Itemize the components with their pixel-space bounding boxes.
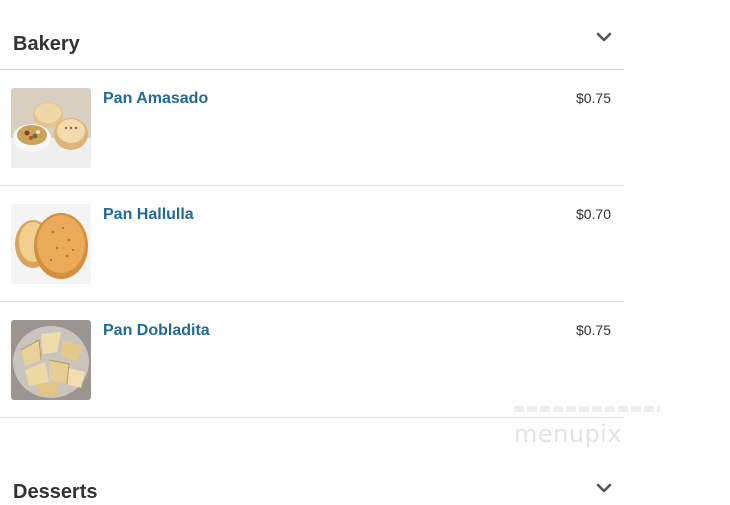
item-price: $0.70: [575, 206, 611, 222]
watermark: menupix: [512, 404, 662, 450]
item-price: $0.75: [575, 90, 611, 106]
watermark-decoration: [514, 406, 660, 412]
item-name-link[interactable]: Pan Hallulla: [103, 206, 194, 224]
chevron-down-icon[interactable]: [596, 482, 612, 494]
item-photo[interactable]: [11, 88, 91, 168]
section-header-bakery[interactable]: Bakery: [0, 0, 624, 70]
menu-item: Pan Dobladita $0.75: [0, 302, 624, 418]
section-title: Desserts: [13, 481, 98, 503]
item-price: $0.75: [575, 322, 611, 338]
section-header-desserts[interactable]: Desserts: [0, 465, 624, 505]
menu-item: Pan Hallulla $0.70: [0, 186, 624, 302]
chevron-down-icon[interactable]: [596, 31, 612, 43]
menu-panel: Bakery Pan Amasado $0.75 Pan Hallulla $0…: [0, 0, 624, 418]
menu-item: Pan Amasado $0.75: [0, 70, 624, 186]
section-title: Bakery: [13, 33, 80, 55]
item-name-link[interactable]: Pan Dobladita: [103, 322, 210, 340]
item-photo[interactable]: [11, 320, 91, 400]
item-photo[interactable]: [11, 204, 91, 284]
watermark-text: menupix: [514, 420, 623, 448]
item-name-link[interactable]: Pan Amasado: [103, 90, 208, 108]
